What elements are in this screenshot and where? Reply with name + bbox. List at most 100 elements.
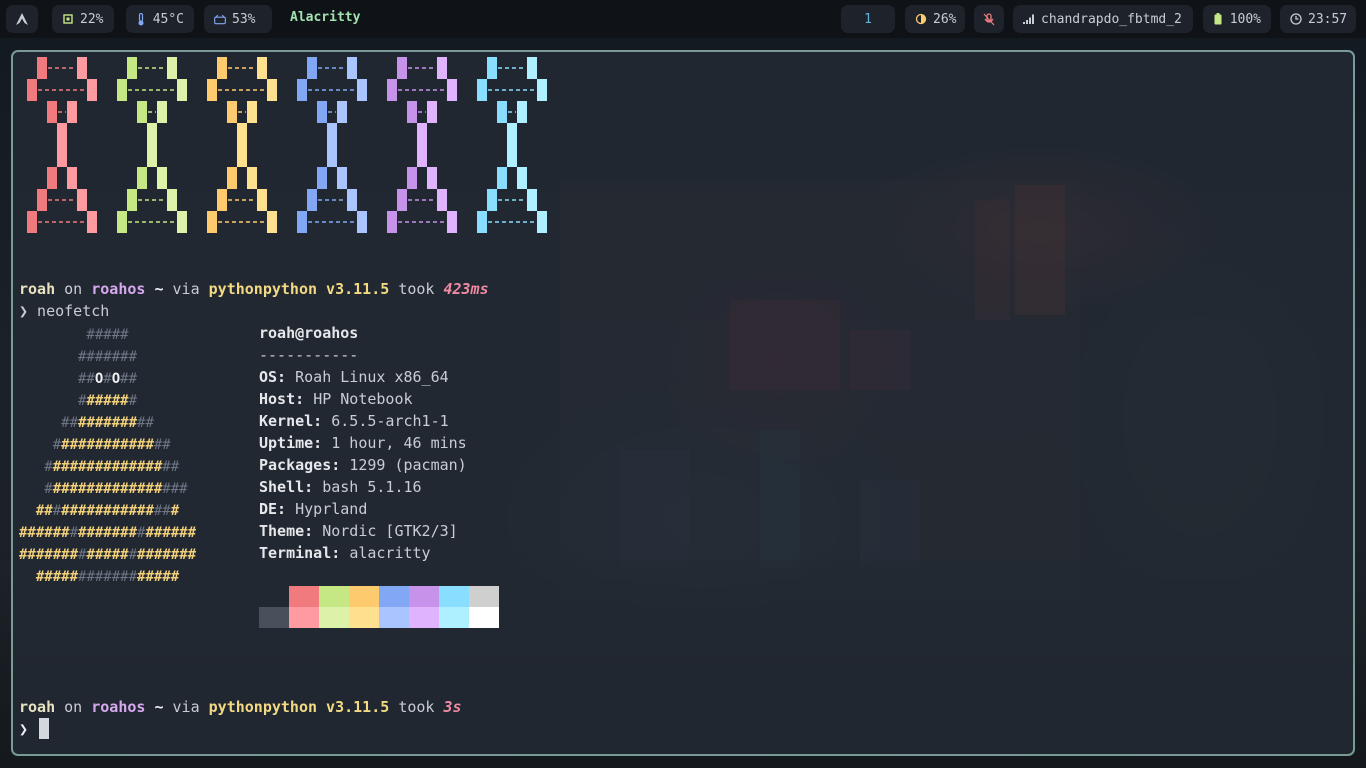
helix-strand-block — [167, 57, 177, 79]
helix-strand-block — [257, 189, 267, 211]
helix-strand-block — [317, 167, 327, 189]
helix-strand-block — [507, 145, 517, 167]
helix-strand-block — [527, 57, 537, 79]
helix-strand-block — [387, 79, 397, 101]
color-swatch — [439, 607, 469, 628]
microphone-button[interactable] — [974, 5, 1004, 33]
neofetch-title: roah@roahos — [259, 324, 359, 342]
info-de: DE: Hyprland — [259, 500, 368, 518]
clock-icon — [1290, 13, 1302, 25]
helix-strand-block — [477, 79, 487, 101]
disk-icon — [214, 13, 226, 25]
color-swatch — [349, 586, 379, 607]
cpu-widget[interactable]: 22% — [52, 5, 114, 33]
helix-strand-block — [337, 101, 347, 123]
brightness-value: 26% — [933, 11, 957, 27]
color-swatch — [319, 586, 349, 607]
helix-strand-block — [527, 189, 537, 211]
color-swatch — [319, 607, 349, 628]
helix-strand-block — [407, 101, 417, 123]
helix-strand-block — [347, 189, 357, 211]
helix-strand-block — [337, 167, 347, 189]
helix-strand-block — [57, 123, 67, 145]
battery-value: 100% — [1229, 11, 1261, 27]
helix-strand-block — [297, 211, 307, 233]
prompt-line: roah on roahos ~ via pythonpython v3.11.… — [19, 280, 489, 298]
helix-strand-block — [127, 57, 137, 79]
brightness-widget[interactable]: 26% — [905, 5, 965, 33]
helix-strand-block — [397, 189, 407, 211]
status-bar: 22% 45°C 53% Alacritty 1 26% chandrapdo_… — [0, 0, 1366, 38]
info-packages: Packages: 1299 (pacman) — [259, 456, 467, 474]
helix-strand-block — [327, 123, 337, 145]
helix-strand-block — [57, 145, 67, 167]
helix-strand-block — [27, 79, 37, 101]
color-swatch — [409, 586, 439, 607]
helix-strand-block — [177, 79, 187, 101]
dna-helix — [27, 57, 547, 233]
helix-strand-block — [417, 123, 427, 145]
helix-strand-block — [487, 57, 497, 79]
helix-strand-block — [507, 123, 517, 145]
color-swatch — [349, 607, 379, 628]
terminal-window[interactable]: roah on roahos ~ via pythonpython v3.11.… — [11, 50, 1355, 756]
helix-strand-block — [437, 189, 447, 211]
helix-strand-block — [407, 167, 417, 189]
prompt-char: ❯ — [19, 720, 29, 738]
prompt-line: roah on roahos ~ via pythonpython v3.11.… — [19, 698, 462, 716]
helix-strand-block — [327, 145, 337, 167]
helix-strand-block — [347, 57, 357, 79]
clock-widget[interactable]: 23:57 — [1280, 5, 1356, 33]
helix-strand-block — [257, 57, 267, 79]
temperature-widget[interactable]: 45°C — [126, 5, 194, 33]
neofetch-separator: ----------- — [259, 346, 359, 364]
color-swatch — [259, 607, 289, 628]
cpu-value: 22% — [80, 11, 104, 27]
arch-logo-icon — [16, 13, 28, 25]
helix-strand-block — [217, 189, 227, 211]
helix-strand-block — [537, 79, 547, 101]
info-shell: Shell: bash 5.1.16 — [259, 478, 422, 496]
helix-strand-block — [67, 101, 77, 123]
disk-widget[interactable]: 53% — [204, 5, 272, 33]
helix-strand-block — [207, 79, 217, 101]
workspace-indicator[interactable]: 1 — [841, 5, 895, 33]
helix-strand-block — [67, 167, 77, 189]
cpu-icon — [62, 13, 74, 25]
color-swatch — [289, 586, 319, 607]
helix-strand-block — [147, 123, 157, 145]
helix-strand-block — [247, 167, 257, 189]
launcher-button[interactable] — [6, 5, 38, 33]
helix-strand-block — [237, 123, 247, 145]
battery-widget[interactable]: 100% — [1203, 5, 1271, 33]
helix-strand-block — [47, 167, 57, 189]
helix-strand-block — [77, 57, 87, 79]
helix-strand-block — [247, 101, 257, 123]
color-swatch — [439, 586, 469, 607]
workspace-number: 1 — [864, 11, 872, 27]
helix-strand-block — [157, 167, 167, 189]
color-swatch — [469, 586, 499, 607]
color-swatch — [379, 607, 409, 628]
helix-strand-block — [37, 189, 47, 211]
helix-strand-block — [117, 79, 127, 101]
helix-strand-block — [127, 189, 137, 211]
info-terminal: Terminal: alacritty — [259, 544, 431, 562]
helix-strand-block — [177, 211, 187, 233]
helix-strand-block — [87, 79, 97, 101]
helix-strand-block — [87, 211, 97, 233]
helix-strand-block — [427, 101, 437, 123]
helix-strand-block — [237, 145, 247, 167]
helix-strand-block — [477, 211, 487, 233]
helix-strand-block — [417, 145, 427, 167]
command-line: ❯ neofetch — [19, 302, 110, 320]
helix-strand-block — [517, 101, 527, 123]
helix-strand-block — [37, 57, 47, 79]
active-window-title: Alacritty — [290, 10, 361, 25]
color-swatch — [289, 607, 319, 628]
color-palette — [259, 586, 499, 630]
helix-strand-block — [447, 79, 457, 101]
network-widget[interactable]: chandrapdo_fbtmd_2 — [1013, 5, 1193, 33]
helix-strand-block — [357, 79, 367, 101]
helix-strand-block — [317, 101, 327, 123]
